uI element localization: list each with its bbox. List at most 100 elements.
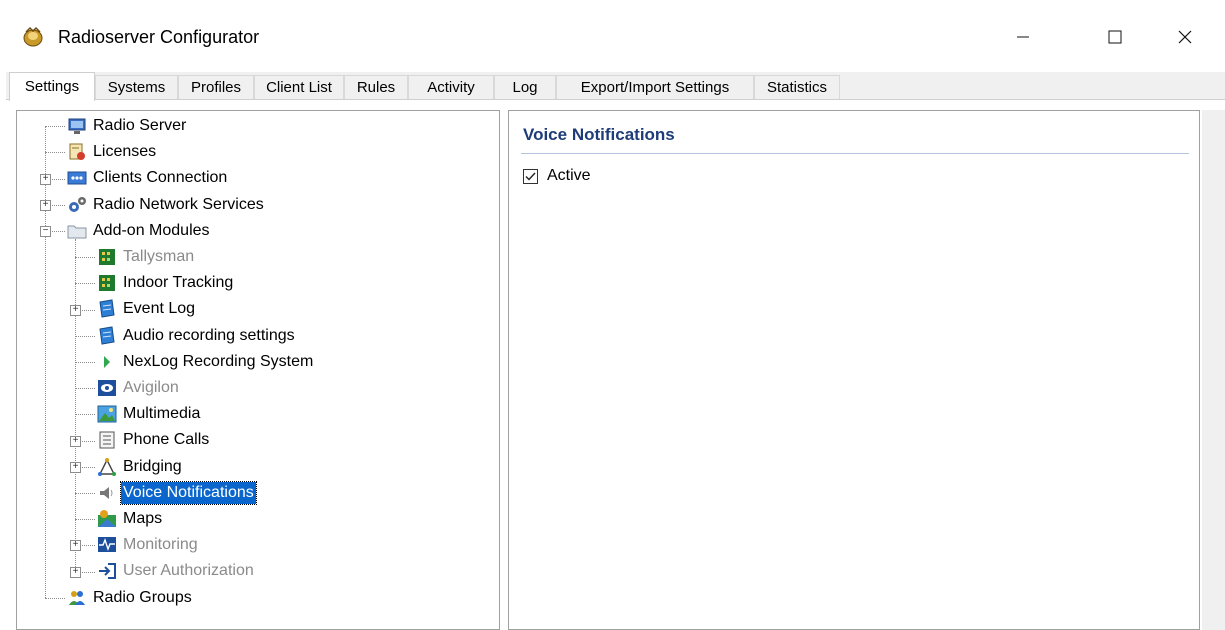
pulse-icon: [98, 537, 116, 553]
tab-systems[interactable]: Systems: [95, 75, 178, 99]
tab-log[interactable]: Log: [494, 75, 556, 99]
tree-item-label: User Authorization: [123, 562, 254, 580]
tree-item-label: Licenses: [93, 143, 157, 161]
tree-item-label: Voice Notifications: [120, 480, 257, 505]
tree-item-phone-calls[interactable]: Phone Calls: [121, 427, 211, 453]
settings-tree[interactable]: Radio Server Licenses + Clients Connection +…: [16, 110, 500, 630]
tree-item-monitoring[interactable]: Monitoring: [121, 532, 200, 558]
tree-item-clients-connection[interactable]: Clients Connection: [91, 165, 229, 191]
tree-item-nexlog-recording-system[interactable]: NexLog Recording System: [121, 349, 315, 375]
close-button[interactable]: [1162, 18, 1208, 58]
folder-icon: [67, 225, 87, 239]
module-icon: [99, 275, 115, 292]
collapse-icon[interactable]: −: [40, 225, 51, 237]
tree-item-bridging[interactable]: Bridging: [121, 454, 184, 480]
tree-item-label: Avigilon: [123, 379, 179, 396]
bridge-icon: [98, 457, 116, 476]
section-divider: [521, 153, 1189, 154]
log-icon: [99, 326, 115, 345]
settings-tab-content: Radio Server Licenses + Clients Connection +…: [6, 99, 1225, 630]
tree-connector: [45, 126, 65, 128]
checkmark-icon: [525, 172, 536, 181]
right-edge-strip: [1202, 110, 1225, 630]
expand-icon[interactable]: +: [40, 199, 51, 211]
tree-connector: [75, 414, 95, 416]
main-frame: Settings Systems Profiles Client List Ru…: [6, 72, 1225, 630]
tree-item-tallysman[interactable]: Tallysman: [121, 244, 196, 270]
play-arrow-icon: [104, 355, 110, 368]
tab-settings[interactable]: Settings: [9, 72, 95, 101]
tree-item-label: Tallysman: [123, 248, 195, 265]
active-checkbox[interactable]: [523, 169, 538, 184]
tree-item-indoor-tracking[interactable]: Indoor Tracking: [121, 270, 235, 296]
tree-connector: [75, 492, 95, 494]
tree-item-label: Add-on Modules: [93, 221, 210, 239]
minimize-icon: [1017, 36, 1029, 38]
tree-connector: [75, 238, 76, 572]
tree-item-label: NexLog Recording System: [123, 352, 314, 370]
expand-icon[interactable]: +: [70, 461, 81, 473]
tree-item-maps[interactable]: Maps: [121, 506, 164, 532]
tab-bar: Settings Systems Profiles Client List Ru…: [6, 72, 1225, 101]
eye-icon: [98, 380, 116, 396]
tree-connector: [75, 257, 95, 259]
tree-item-user-authorization[interactable]: User Authorization: [121, 558, 256, 584]
expand-icon[interactable]: +: [40, 173, 51, 185]
login-arrow-icon: [99, 563, 116, 580]
tree-item-label: Radio Network Services: [93, 195, 264, 213]
active-checkbox-label[interactable]: Active: [547, 167, 591, 185]
section-title: Voice Notifications: [523, 125, 675, 144]
tree-item-radio-groups[interactable]: Radio Groups: [91, 585, 194, 611]
tab-rules[interactable]: Rules: [344, 75, 408, 99]
expand-icon[interactable]: +: [70, 540, 81, 552]
map-icon: [98, 510, 116, 527]
tree-item-add-on-modules[interactable]: Add-on Modules: [91, 218, 212, 244]
tree-item-label: Radio Groups: [93, 588, 192, 606]
tree-item-multimedia[interactable]: Multimedia: [121, 401, 202, 427]
tab-client-list[interactable]: Client List: [254, 75, 344, 99]
detail-panel: Voice Notifications Active: [508, 110, 1200, 630]
expand-icon[interactable]: +: [70, 566, 81, 578]
tab-export-import-settings[interactable]: Export/Import Settings: [556, 75, 754, 99]
minimize-button[interactable]: [1000, 18, 1046, 58]
tab-profiles[interactable]: Profiles: [178, 75, 254, 99]
users-icon: [69, 590, 85, 605]
maximize-button[interactable]: [1092, 18, 1138, 58]
monitor-icon: [68, 118, 86, 134]
expand-icon[interactable]: +: [70, 435, 81, 447]
title-bar: Radioserver Configurator: [0, 0, 1225, 72]
tab-statistics[interactable]: Statistics: [754, 75, 840, 99]
phone-list-icon: [99, 431, 115, 449]
tree-item-avigilon[interactable]: Avigilon: [121, 375, 181, 401]
tree-connector: [45, 126, 46, 598]
gears-icon: [69, 196, 86, 212]
tree-item-voice-notifications[interactable]: Voice Notifications: [120, 480, 257, 506]
tree-connector: [75, 388, 95, 390]
tree-item-radio-server[interactable]: Radio Server: [91, 113, 188, 139]
speaker-icon: [100, 486, 113, 499]
log-icon: [99, 299, 115, 318]
tree-item-label: Phone Calls: [123, 431, 210, 449]
tree-item-label: Monitoring: [123, 536, 198, 554]
tree-item-licenses[interactable]: Licenses: [91, 139, 158, 165]
tab-activity[interactable]: Activity: [408, 75, 494, 99]
tree-item-label: Event Log: [123, 300, 196, 318]
tree-connector: [45, 152, 65, 154]
tree-connector: [75, 283, 95, 285]
tree-item-label: Audio recording settings: [123, 326, 295, 344]
close-icon: [1178, 30, 1192, 44]
tree-item-audio-recording-settings[interactable]: Audio recording settings: [121, 323, 297, 349]
tree-item-label: Indoor Tracking: [123, 274, 234, 292]
tree-item-label: Radio Server: [93, 117, 187, 134]
picture-icon: [97, 405, 117, 423]
tree-item-label: Bridging: [123, 457, 182, 475]
maximize-icon: [1108, 30, 1122, 44]
tree-item-label: Multimedia: [123, 405, 201, 423]
tree-item-radio-network-services[interactable]: Radio Network Services: [91, 192, 266, 218]
expand-icon[interactable]: +: [70, 304, 81, 316]
tree-item-event-log[interactable]: Event Log: [121, 296, 197, 322]
tree-item-label: Clients Connection: [93, 169, 228, 187]
network-icon: [67, 171, 87, 185]
tree-connector: [75, 519, 95, 521]
module-icon: [99, 249, 115, 265]
